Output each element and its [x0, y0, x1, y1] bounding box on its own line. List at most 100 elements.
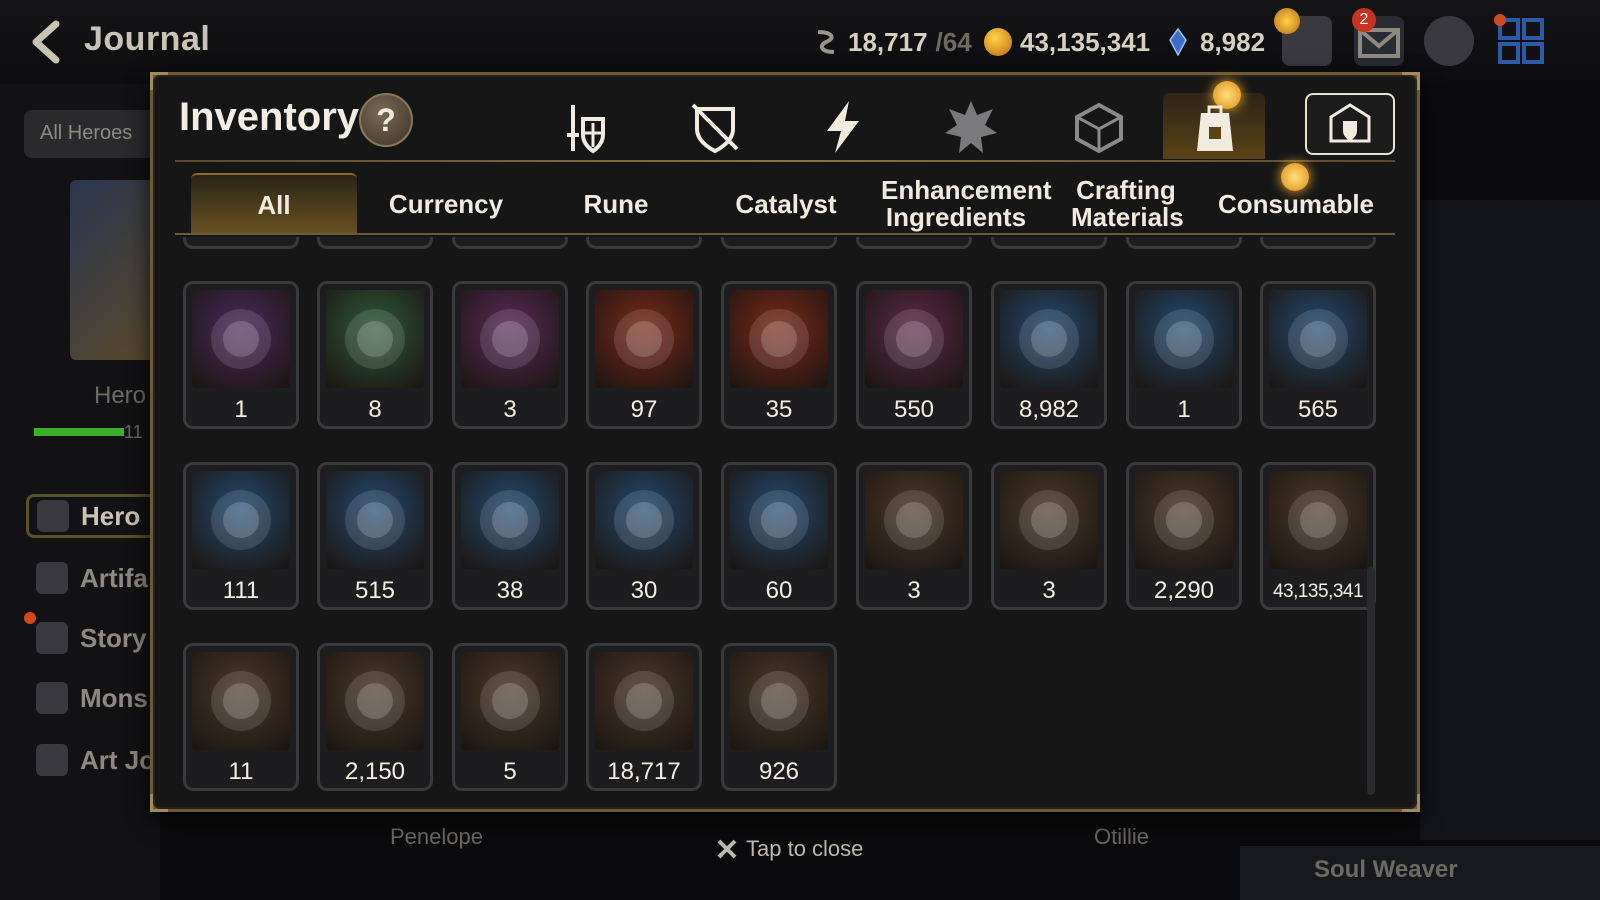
- item-quantity: 8: [368, 396, 382, 423]
- inventory-slot[interactable]: 8: [317, 281, 433, 429]
- inventory-slot-partial[interactable]: [856, 237, 972, 249]
- inventory-slot[interactable]: 18,717: [586, 643, 702, 791]
- tab-label: Crafting Materials: [1071, 175, 1184, 232]
- inventory-slot[interactable]: 43,135,341: [1260, 462, 1376, 610]
- tab-currency[interactable]: Currency: [363, 173, 529, 235]
- inventory-slot-partial[interactable]: [317, 237, 433, 249]
- item-quantity: 111: [222, 577, 260, 604]
- tab-crafting-materials[interactable]: Crafting Materials: [1043, 173, 1209, 235]
- storage-tab[interactable]: [1305, 93, 1395, 155]
- item-quantity: 2,150: [344, 758, 406, 785]
- inventory-slot[interactable]: 8,982: [991, 281, 1107, 429]
- cube-icon[interactable]: [1069, 97, 1129, 157]
- inventory-slot[interactable]: 550: [856, 281, 972, 429]
- purple-card-icon: [461, 471, 559, 569]
- notice-dot: [1274, 8, 1300, 34]
- stamina-icon: [817, 30, 835, 54]
- sidebar-item-hero[interactable]: Hero: [26, 494, 166, 538]
- sidebar-item-artifact[interactable]: Artifa: [36, 556, 148, 600]
- tab-rune[interactable]: Rune: [533, 173, 699, 235]
- tab-catalyst[interactable]: Catalyst: [703, 173, 869, 235]
- new-item-glow: [1281, 163, 1309, 191]
- inventory-slot[interactable]: 11: [183, 643, 299, 791]
- sidebar-item-monster[interactable]: Mons: [36, 676, 148, 720]
- inventory-slot[interactable]: 38: [452, 462, 568, 610]
- backpack-icon[interactable]: [1185, 99, 1245, 159]
- gold-coin-icon: [1269, 471, 1367, 569]
- item-quantity: 38: [496, 577, 524, 604]
- compass-sword-icon: [1135, 290, 1233, 388]
- inventory-slot[interactable]: 2,150: [317, 643, 433, 791]
- sidebar-item-story[interactable]: Story: [36, 616, 146, 660]
- hero-progress-bar: [34, 428, 124, 436]
- spiked-gear-icon[interactable]: [941, 97, 1001, 157]
- inventory-slot[interactable]: 565: [1260, 281, 1376, 429]
- item-quantity: 11: [228, 758, 254, 785]
- stamina-value: 18,717: [848, 26, 928, 57]
- inventory-slot[interactable]: 3: [452, 281, 568, 429]
- item-quantity: 18,717: [607, 758, 681, 785]
- feather-staff-icon: [461, 290, 559, 388]
- help-button[interactable]: ?: [359, 93, 413, 147]
- sidebar-item-art-journal[interactable]: Art Jo: [36, 738, 155, 782]
- back-arrow-icon[interactable]: [26, 20, 70, 64]
- equipment-icon[interactable]: [555, 97, 615, 157]
- chat-icon[interactable]: [1424, 16, 1474, 66]
- frame-corner: [1402, 72, 1420, 90]
- inventory-slot[interactable]: 97: [586, 281, 702, 429]
- inventory-slot[interactable]: 35: [721, 281, 837, 429]
- inventory-slot[interactable]: 1: [1126, 281, 1242, 429]
- tab-divider: [175, 233, 1395, 235]
- inventory-slot-partial[interactable]: [1260, 237, 1376, 249]
- blue-gem-icon: [1000, 290, 1098, 388]
- inventory-slot[interactable]: 60: [721, 462, 837, 610]
- inventory-slot[interactable]: 2,290: [1126, 462, 1242, 610]
- tab-enhancement-ingredients[interactable]: Enhancement Ingredients: [873, 173, 1052, 235]
- page-title: Journal: [84, 20, 211, 58]
- inventory-slot[interactable]: 5: [452, 643, 568, 791]
- inventory-slot[interactable]: 926: [721, 643, 837, 791]
- soul-weaver-bar[interactable]: Soul Weaver: [1240, 846, 1600, 900]
- frame-corner: [150, 72, 168, 90]
- inventory-slot-partial[interactable]: [586, 237, 702, 249]
- soul-weaver-label: Soul Weaver: [1314, 856, 1458, 883]
- lightning-icon[interactable]: [813, 97, 873, 157]
- inventory-slot[interactable]: 1: [183, 281, 299, 429]
- lightning-icon: [36, 562, 68, 594]
- tab-all[interactable]: All: [191, 173, 357, 235]
- all-heroes-filter[interactable]: All Heroes: [24, 110, 164, 158]
- hero-portrait: [70, 180, 160, 360]
- pet-pack-purple-icon: [192, 290, 290, 388]
- tab-label: Consumable: [1217, 188, 1375, 219]
- stone-block-icon: [192, 652, 290, 750]
- tap-to-close[interactable]: Tap to close: [716, 836, 863, 862]
- storage-icon: [1329, 103, 1371, 143]
- green-card-icon: [730, 471, 828, 569]
- mail-badge: 2: [1352, 8, 1376, 32]
- item-quantity: 97: [630, 396, 658, 423]
- inventory-slot-partial[interactable]: [1126, 237, 1242, 249]
- frame-corner: [1402, 794, 1420, 812]
- inventory-slot[interactable]: 111: [183, 462, 299, 610]
- pink-orb-icon: [865, 471, 963, 569]
- inventory-slot-partial[interactable]: [183, 237, 299, 249]
- scrollbar[interactable]: [1367, 567, 1375, 795]
- inventory-grid[interactable]: 1 8 3 97 35 550 8,982 1 565 111 515 38 30 60 3 3 2,290 43…: [177, 237, 1383, 807]
- item-quantity: 926: [758, 758, 800, 785]
- tab-label: Currency: [388, 188, 504, 219]
- inventory-slot-partial[interactable]: [991, 237, 1107, 249]
- item-quantity: 60: [765, 577, 793, 604]
- sidebar-item-label: Art Jo: [80, 744, 156, 775]
- crystal-value: 8,982: [1200, 26, 1266, 57]
- inventory-slot-partial[interactable]: [452, 237, 568, 249]
- inventory-slot[interactable]: 3: [991, 462, 1107, 610]
- gold-display: 43,135,341: [984, 24, 1150, 60]
- inventory-slot[interactable]: 30: [586, 462, 702, 610]
- item-quantity: 3: [1042, 577, 1056, 604]
- inventory-slot-partial[interactable]: [721, 237, 837, 249]
- inventory-slot[interactable]: 515: [317, 462, 433, 610]
- sealed-equipment-icon[interactable]: [685, 97, 745, 157]
- inventory-slot[interactable]: 3: [856, 462, 972, 610]
- green-heart-icon: [1135, 471, 1233, 569]
- inventory-title: Inventory: [179, 95, 360, 139]
